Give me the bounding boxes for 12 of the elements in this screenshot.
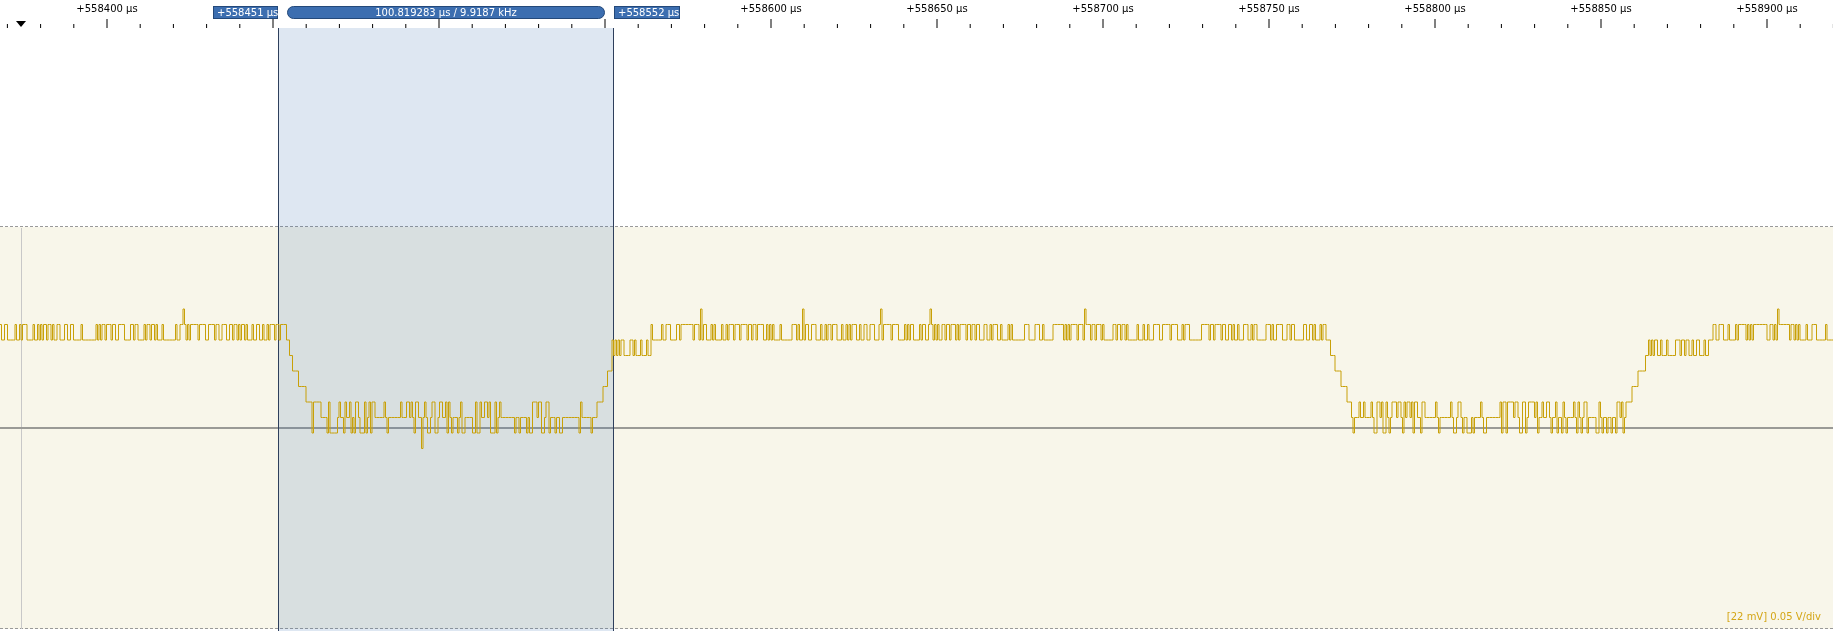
tick-label: +558900 µs [1736,3,1798,15]
cursor-label[interactable]: +558451 µs [213,6,278,19]
tick-label: +558800 µs [1404,3,1466,15]
measurement-label[interactable]: 100.819283 µs / 9.9187 kHz [287,6,605,19]
tick-label: +558700 µs [1072,3,1134,15]
cursor-label[interactable]: +558552 µs [614,6,680,19]
tick-label: +558400 µs [76,3,138,15]
channel-scale-label: [22 mV] 0.05 V/div [1726,610,1821,624]
tick-label: +558750 µs [1238,3,1300,15]
tick-label: +558650 µs [906,3,968,15]
tick-label: +558600 µs [740,3,802,15]
tick-label: +558850 µs [1570,3,1632,15]
